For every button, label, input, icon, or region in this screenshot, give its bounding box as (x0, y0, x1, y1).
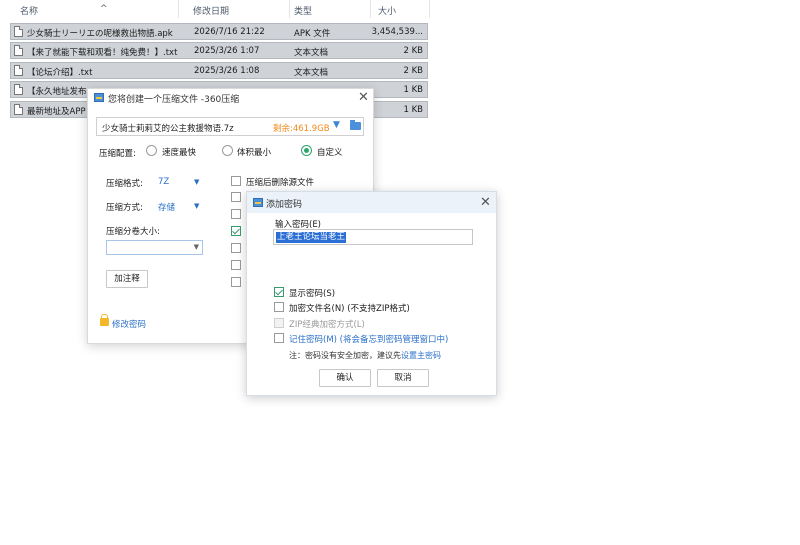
radio-fastest[interactable] (146, 145, 157, 156)
file-icon (14, 84, 23, 95)
file-name: 【论坛介绍】.txt (27, 68, 93, 78)
set-master-password-link[interactable]: 设置主密码 (401, 351, 441, 360)
add-password-title: 添加密码 (266, 200, 303, 210)
cancel-button[interactable]: 取消 (377, 369, 429, 387)
add-password-titlebar[interactable]: 添加密码 ✕ (247, 192, 496, 213)
file-name: 【永久地址发布 (27, 87, 87, 97)
free-space-label: 剩余:461.9GB (273, 124, 330, 134)
column-divider[interactable] (178, 0, 179, 18)
encrypt-names-checkbox[interactable] (274, 302, 284, 312)
method-label: 压缩方式: (106, 203, 143, 213)
column-header: 名称 ^ 修改日期 类型 大小 (0, 0, 430, 18)
app-logo-icon (253, 198, 263, 207)
radio-custom[interactable] (301, 145, 312, 156)
column-size[interactable]: 大小 (378, 4, 396, 17)
radio-fastest-label[interactable]: 速度最快 (162, 146, 196, 158)
add-password-dialog: 添加密码 ✕ 输入密码(E) 上老王论坛当老王 显示密码(S) 加密文件名(N)… (246, 191, 497, 396)
delete-after-checkbox[interactable] (231, 176, 241, 186)
split-label: 压缩分卷大小: (106, 227, 160, 237)
compress-dialog-titlebar[interactable]: 您将创建一个压缩文件 -360压缩 ✕ (88, 89, 373, 107)
file-date: 2025/3/26 1:07 (194, 46, 260, 56)
file-row[interactable]: 【论坛介绍】.txt 2025/3/26 1:08 文本文档 2 KB (10, 62, 428, 79)
app-logo-icon (94, 93, 104, 102)
modify-password-link[interactable]: 修改密码 (112, 318, 146, 330)
lock-icon (100, 314, 109, 326)
output-path-text: 少女骑士莉莉艾的公主救援物语.7z (102, 124, 234, 134)
file-name: 最新地址及APP (27, 107, 86, 117)
show-password-label[interactable]: 显示密码(S) (289, 287, 335, 299)
chevron-down-icon[interactable]: ▼ (194, 202, 199, 210)
file-size: 1 KB (403, 85, 423, 95)
chevron-down-icon[interactable]: ▼ (333, 120, 340, 130)
column-type[interactable]: 类型 (294, 4, 312, 17)
option-checkbox[interactable] (231, 277, 241, 287)
file-icon (14, 45, 23, 56)
chevron-down-icon[interactable]: ▼ (194, 243, 199, 251)
password-input[interactable]: 上老王论坛当老王 (273, 229, 473, 245)
file-row[interactable]: 【来了就能下载和观看！纯免费！】.txt 2025/3/26 1:07 文本文档… (10, 42, 428, 59)
option-checkbox[interactable] (231, 260, 241, 270)
file-type: APK 文件 (294, 29, 331, 39)
file-name: 少女騎士リーリエの呢様救出物語.apk (27, 29, 173, 39)
file-type: 文本文档 (294, 48, 329, 58)
option-checkbox[interactable] (231, 192, 241, 202)
radio-custom-label[interactable]: 自定义 (317, 146, 343, 158)
option-checkbox[interactable] (231, 209, 241, 219)
radio-smallest-label[interactable]: 体积最小 (237, 146, 271, 158)
sort-arrow-icon: ^ (100, 4, 108, 14)
compress-dialog-title: 您将创建一个压缩文件 -360压缩 (108, 95, 240, 105)
file-icon (14, 104, 23, 115)
column-divider[interactable] (370, 0, 371, 18)
close-icon[interactable]: ✕ (480, 195, 491, 211)
password-text: 上老王论坛当老王 (276, 232, 347, 243)
ok-button[interactable]: 确认 (319, 369, 371, 387)
show-password-checkbox[interactable] (274, 287, 284, 297)
option-checkbox[interactable] (231, 243, 241, 253)
column-date[interactable]: 修改日期 (193, 4, 229, 17)
add-comment-button[interactable]: 加注释 (106, 270, 148, 288)
close-icon[interactable]: ✕ (358, 90, 369, 106)
file-size: 2 KB (403, 46, 423, 56)
file-name: 【来了就能下载和观看！纯免费！】.txt (27, 48, 178, 58)
zip-classic-checkbox[interactable] (274, 318, 284, 328)
file-icon (14, 26, 23, 37)
format-select[interactable]: 7Z (158, 177, 169, 187)
security-note: 注：密码没有安全加密，建议先设置主密码 (289, 350, 441, 361)
folder-icon[interactable] (350, 120, 361, 130)
chevron-down-icon[interactable]: ▼ (194, 178, 199, 186)
file-date: 2026/7/16 21:22 (194, 27, 265, 37)
file-size: 3,454,539... (371, 27, 423, 37)
zip-classic-label[interactable]: ZIP经典加密方式(L) (289, 318, 365, 330)
security-note-text: 注：密码没有安全加密，建议先 (289, 351, 401, 360)
file-size: 1 KB (403, 105, 423, 115)
encrypt-names-label[interactable]: 加密文件名(N) (不支持ZIP格式) (289, 302, 410, 314)
radio-smallest[interactable] (222, 145, 233, 156)
column-divider[interactable] (429, 0, 430, 18)
config-label: 压缩配置: (99, 149, 136, 159)
format-label: 压缩格式: (106, 179, 143, 189)
remember-password-label[interactable]: 记住密码(M) (将会备忘到密码管理窗口中) (289, 333, 448, 345)
file-size: 2 KB (403, 66, 423, 76)
remember-password-checkbox[interactable] (274, 333, 284, 343)
column-divider[interactable] (289, 0, 290, 18)
file-row[interactable]: 少女騎士リーリエの呢様救出物語.apk 2026/7/16 21:22 APK … (10, 23, 428, 40)
option-checkbox[interactable] (231, 226, 241, 236)
column-name[interactable]: 名称 (20, 4, 38, 17)
file-type: 文本文档 (294, 68, 329, 78)
delete-after-label[interactable]: 压缩后删除源文件 (246, 176, 314, 188)
split-size-select[interactable]: ▼ (106, 240, 203, 255)
file-icon (14, 65, 23, 76)
file-date: 2025/3/26 1:08 (194, 66, 260, 76)
output-path-field[interactable]: 少女骑士莉莉艾的公主救援物语.7z 剩余:461.9GB ▼ (96, 117, 364, 136)
method-select[interactable]: 存储 (158, 201, 175, 213)
